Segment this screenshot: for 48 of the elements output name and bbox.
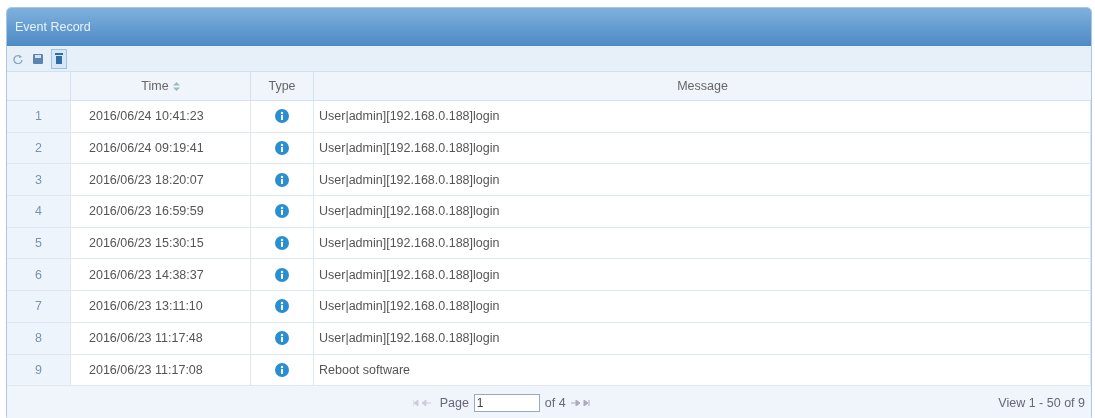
message-cell: User|admin][192.168.0.188]login <box>314 227 1091 259</box>
message-cell: Reboot software <box>314 354 1091 386</box>
row-number: 8 <box>7 322 71 354</box>
row-number: 4 <box>7 196 71 227</box>
info-icon <box>275 141 289 156</box>
info-icon <box>275 172 289 187</box>
row-number: 9 <box>7 354 71 386</box>
info-icon <box>275 109 289 124</box>
time-cell: 2016/06/23 15:30:15 <box>71 227 251 259</box>
page-count: of 4 <box>544 396 566 411</box>
time-cell: 2016/06/23 11:17:48 <box>71 322 251 354</box>
row-number: 2 <box>7 132 71 164</box>
message-cell: User|admin][192.168.0.188]login <box>314 322 1091 354</box>
message-cell: User|admin][192.168.0.188]login <box>314 132 1091 164</box>
row-number: 7 <box>7 291 71 322</box>
row-number: 1 <box>7 101 71 132</box>
column-header[interactable]: Type <box>251 72 314 100</box>
row-number: 5 <box>7 227 71 259</box>
message-cell: User|admin][192.168.0.188]login <box>314 101 1091 132</box>
info-icon <box>275 236 289 251</box>
time-cell: 2016/06/23 13:11:10 <box>71 291 251 322</box>
panel-title: Event Record <box>15 20 91 34</box>
info-icon <box>275 267 289 282</box>
message-cell: User|admin][192.168.0.188]login <box>314 291 1091 322</box>
info-icon <box>275 331 289 346</box>
column-header[interactable]: Message <box>314 72 1091 100</box>
info-icon <box>275 204 289 219</box>
page-field[interactable]: 1 <box>473 394 540 413</box>
row-number: 6 <box>7 259 71 291</box>
next-page-icon[interactable] <box>570 400 593 407</box>
time-cell: 2016/06/24 09:19:41 <box>71 132 251 164</box>
time-cell: 2016/06/23 14:38:37 <box>71 259 251 291</box>
column-title: Time <box>141 79 169 93</box>
record-summary: View 1 - 50 of 9 <box>998 396 1086 411</box>
info-icon <box>275 299 289 314</box>
row-number: 3 <box>7 164 71 196</box>
column-header[interactable]: Time <box>71 72 251 100</box>
info-icon <box>275 362 289 377</box>
message-cell: User|admin][192.168.0.188]login <box>314 196 1091 227</box>
message-cell: User|admin][192.168.0.188]login <box>314 164 1091 196</box>
time-cell: 2016/06/24 10:41:23 <box>71 101 251 132</box>
sort-icon <box>172 81 180 91</box>
message-cell: User|admin][192.168.0.188]login <box>314 259 1091 291</box>
time-cell: 2016/06/23 16:59:59 <box>71 196 251 227</box>
time-cell: 2016/06/23 18:20:07 <box>71 164 251 196</box>
page-label: Page <box>439 396 469 411</box>
time-cell: 2016/06/23 11:17:08 <box>71 354 251 386</box>
trash-icon[interactable] <box>51 48 67 69</box>
